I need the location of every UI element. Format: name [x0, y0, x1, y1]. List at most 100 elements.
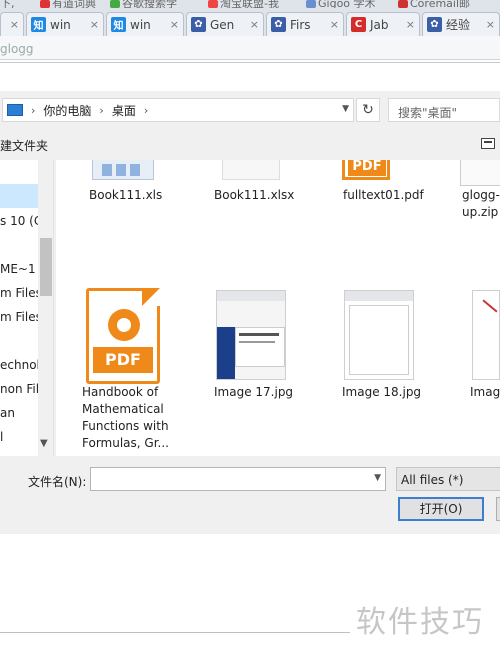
tab-title: Firs	[290, 17, 311, 32]
excel-file-icon[interactable]	[92, 160, 154, 180]
image-thumbnail[interactable]	[472, 290, 500, 380]
pdf-file-icon[interactable]: PDF	[342, 160, 390, 180]
close-icon[interactable]: ×	[170, 18, 179, 31]
zip-file-icon[interactable]	[460, 160, 500, 186]
close-icon[interactable]: ×	[10, 18, 19, 31]
chevron-right-icon: ›	[31, 103, 36, 117]
chevron-down-icon[interactable]: ▼	[40, 438, 48, 449]
tab-title: Gen	[210, 17, 235, 32]
filename-label: 文件名(N):	[28, 475, 87, 489]
tab-title: win	[50, 17, 71, 32]
navigation-row: › 你的电脑 › 桌面 › ▼ ↻ 搜索"桌面"	[0, 97, 500, 123]
view-mode-icon[interactable]	[481, 138, 495, 149]
paw-icon: ✿	[427, 17, 442, 32]
dialog-titlebar	[0, 63, 500, 91]
file-name[interactable]: Image 18.jpg	[342, 384, 421, 401]
browser-tab-strip: 下, 有道词典 谷歌搜索学 淘宝联盟-我 Gigoo 学术 Coremail邮 …	[0, 0, 500, 36]
sidebar-item[interactable]: non Fil	[0, 382, 39, 396]
tab-title: win	[130, 17, 151, 32]
url-bar[interactable]: glogg	[0, 36, 500, 60]
command-bar: 建文件夹	[0, 131, 500, 157]
scholar-icon	[110, 0, 120, 8]
pdf-badge: PDF	[93, 347, 153, 373]
paw-icon: ✿	[271, 17, 286, 32]
sidebar-scrollbar[interactable]: ▼	[38, 160, 53, 456]
divider	[0, 632, 350, 633]
file-name[interactable]: fulltext01.pdf	[343, 187, 424, 204]
cancel-button[interactable]	[496, 497, 500, 521]
open-button[interactable]: 打开(O)	[398, 497, 484, 521]
watermark-text: 软件技巧	[356, 605, 484, 640]
sidebar-selected-item[interactable]	[0, 184, 38, 208]
file-name[interactable]: Book111.xls	[89, 187, 162, 204]
filename-input[interactable]: ▼	[90, 467, 386, 491]
taobao-icon	[208, 0, 218, 8]
file-open-dialog: › 你的电脑 › 桌面 › ▼ ↻ 搜索"桌面" 建文件夹 s 10 (C ME…	[0, 62, 500, 534]
refresh-button[interactable]: ↻	[356, 98, 380, 122]
computer-icon	[7, 104, 23, 116]
sidebar-item[interactable]: an	[0, 406, 15, 420]
browser-tab[interactable]: 知 win ×	[26, 12, 104, 36]
youdao-icon	[40, 0, 50, 8]
gigoo-icon	[306, 0, 316, 8]
bookmark-gigoo[interactable]: Gigoo 学术	[306, 0, 376, 8]
bookmark-label: Gigoo 学术	[318, 0, 376, 8]
close-icon[interactable]: ×	[330, 18, 339, 31]
image-thumbnail[interactable]	[216, 290, 286, 380]
bookmark-label: 淘宝联盟-我	[220, 0, 279, 8]
browser-tab[interactable]: ✿ 经验 ×	[422, 12, 500, 36]
chevron-right-icon[interactable]: ›	[144, 104, 148, 117]
browser-tab[interactable]: ×	[0, 12, 24, 36]
chevron-right-icon[interactable]: ›	[99, 104, 103, 117]
address-bar[interactable]: › 你的电脑 › 桌面 › ▼	[2, 98, 354, 122]
bookmark-taobao[interactable]: 淘宝联盟-我	[208, 0, 279, 8]
sidebar-item-windows-drive[interactable]: s 10 (C	[0, 214, 42, 228]
sidebar-item[interactable]: ME~1	[0, 262, 36, 276]
search-input[interactable]: 搜索"桌面"	[388, 98, 500, 122]
bookmark-label: Coremail邮	[410, 0, 471, 8]
coremail-icon	[398, 0, 408, 8]
close-icon[interactable]: ×	[486, 18, 495, 31]
browser-tab[interactable]: C Jab ×	[346, 12, 420, 36]
bookmark-label: 谷歌搜索学	[122, 0, 177, 8]
file-name[interactable]: glogg- up.zip	[462, 187, 500, 221]
excel-file-icon[interactable]	[222, 160, 280, 180]
url-text: glogg	[0, 42, 34, 56]
breadcrumb-desktop[interactable]: 桌面	[112, 102, 136, 119]
tab-title: 经验	[446, 18, 471, 32]
bookmark-coremail[interactable]: Coremail邮	[398, 0, 470, 8]
file-name[interactable]: Image 17.jpg	[214, 384, 293, 401]
paw-icon: ✿	[191, 17, 206, 32]
browser-tab[interactable]: ✿ Gen ×	[186, 12, 264, 36]
chevron-down-icon[interactable]: ▼	[342, 104, 349, 114]
sidebar-item-program-files[interactable]: m Files	[0, 286, 42, 300]
tab-title: Jab	[370, 17, 389, 32]
breadcrumb-this-pc[interactable]: 你的电脑	[43, 102, 91, 119]
bookmark-youdao[interactable]: 有道词典	[40, 0, 96, 8]
bookmark-google-scholar[interactable]: 谷歌搜索学	[110, 0, 177, 8]
chevron-down-icon[interactable]: ▼	[374, 473, 381, 483]
image-thumbnail[interactable]	[344, 290, 414, 380]
file-type-select[interactable]: All files (*)	[396, 467, 500, 491]
bookmark-label: 下,	[0, 0, 15, 8]
bookmark-label: 有道词典	[52, 0, 96, 8]
file-list: Book111.xls Book111.xlsx PDF fulltext01.…	[56, 160, 500, 456]
file-name[interactable]: Handbook of Mathematical Functions with …	[82, 384, 176, 452]
file-name[interactable]: Imag	[470, 384, 500, 401]
refresh-icon: ↻	[362, 102, 374, 118]
close-icon[interactable]: ×	[250, 18, 259, 31]
new-folder-button[interactable]: 建文件夹	[0, 137, 48, 154]
bookmark-fragment[interactable]: 下,	[0, 0, 15, 8]
close-icon[interactable]: ×	[406, 18, 415, 31]
pdf-file-icon[interactable]: PDF	[86, 288, 160, 384]
sidebar-item[interactable]: l	[0, 430, 3, 444]
zhihu-icon: 知	[31, 17, 46, 32]
sidebar-item-program-files-x86[interactable]: m Files	[0, 310, 42, 324]
zhihu-icon: 知	[111, 17, 126, 32]
browser-tab[interactable]: 知 win ×	[106, 12, 184, 36]
scrollbar-thumb[interactable]	[40, 238, 52, 296]
file-name[interactable]: Book111.xlsx	[214, 187, 294, 204]
close-icon[interactable]: ×	[90, 18, 99, 31]
browser-tab[interactable]: ✿ Firs ×	[266, 12, 344, 36]
navigation-pane: s 10 (C ME~1 m Files m Files echnolo non…	[0, 160, 54, 456]
